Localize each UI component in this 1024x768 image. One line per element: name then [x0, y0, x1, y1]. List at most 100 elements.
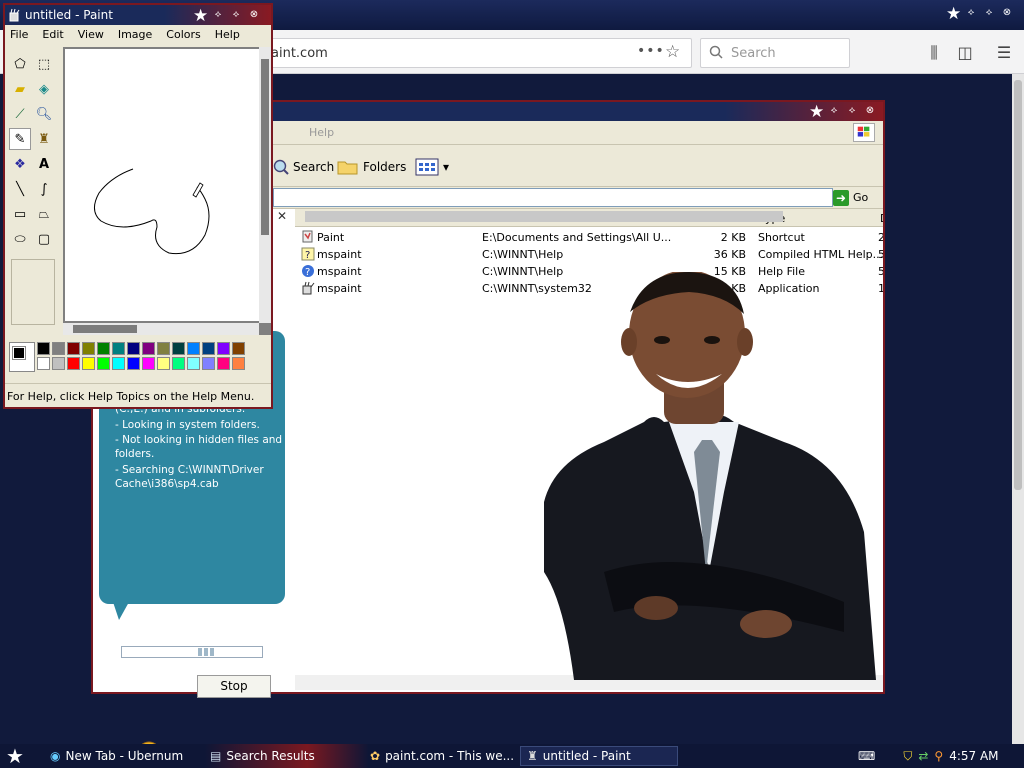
canvas-hscroll-thumb[interactable]: [73, 325, 137, 333]
views-button[interactable]: ▾: [415, 155, 449, 179]
minimize-button[interactable]: ⟡: [964, 6, 978, 20]
close-icon[interactable]: ✕: [277, 209, 287, 223]
row-date: 2: [878, 231, 883, 244]
address-input[interactable]: [273, 188, 833, 207]
minimize-button[interactable]: ⟡: [827, 104, 841, 118]
free-select-icon[interactable]: ⬠: [9, 53, 31, 75]
windows-logo-icon: [853, 123, 875, 142]
start-button[interactable]: ★: [6, 745, 24, 767]
color-swatch[interactable]: [187, 357, 200, 370]
color-swatch[interactable]: [172, 342, 185, 355]
color-swatch[interactable]: [82, 357, 95, 370]
url-bar[interactable]: aint.com ••• ☆: [260, 38, 692, 68]
menu-edit[interactable]: Edit: [42, 28, 63, 45]
maximize-button[interactable]: ⟡: [845, 104, 859, 118]
folders-button[interactable]: Folders: [337, 155, 406, 179]
brush-icon[interactable]: ♜: [33, 128, 55, 150]
menu-view[interactable]: View: [78, 28, 104, 45]
rectangle-icon[interactable]: ▭: [9, 203, 31, 225]
menu-icon[interactable]: ☰: [995, 44, 1013, 62]
menu-file[interactable]: File: [10, 28, 28, 45]
color-picker-icon[interactable]: ⟋: [9, 103, 31, 125]
minimize-button[interactable]: ⟡: [211, 8, 225, 22]
results-scroll-thumb[interactable]: [305, 211, 783, 222]
close-button[interactable]: ⊗: [1000, 6, 1014, 20]
sidebar-icon[interactable]: ◫: [956, 44, 974, 62]
rounded-rect-icon[interactable]: ▢: [33, 228, 55, 250]
color-swatch[interactable]: [157, 342, 170, 355]
browser-scroll-thumb[interactable]: [1014, 80, 1022, 490]
color-swatch[interactable]: [217, 342, 230, 355]
color-swatch[interactable]: [37, 357, 50, 370]
color-swatch[interactable]: [172, 357, 185, 370]
ellipse-icon[interactable]: ⬭: [9, 228, 31, 250]
text-tool-icon[interactable]: A: [33, 153, 55, 175]
table-row[interactable]: Paint E:\Documents and Settings\All U...…: [295, 229, 883, 246]
close-button[interactable]: ⊗: [863, 104, 877, 118]
airbrush-icon[interactable]: ❖: [9, 153, 31, 175]
polygon-icon[interactable]: ⏢: [33, 203, 55, 225]
task-paint-com[interactable]: ✿ paint.com - This we...: [370, 746, 514, 766]
browser-window-controls: ★ ⟡ ⟡ ⊗: [946, 6, 1014, 23]
rect-select-icon[interactable]: ⬚: [33, 53, 55, 75]
network-icon[interactable]: ⇄: [918, 749, 928, 763]
maximize-button[interactable]: ⟡: [982, 6, 996, 20]
task-new-tab[interactable]: ◉ New Tab - Ubernum: [50, 746, 183, 766]
eraser-icon[interactable]: ▰: [9, 78, 31, 100]
drawing-canvas[interactable]: [65, 49, 259, 321]
column-header-date[interactable]: D: [880, 212, 883, 225]
search-button[interactable]: Search: [273, 155, 334, 179]
views-icon: [415, 158, 439, 176]
shield-icon[interactable]: ⛉: [903, 749, 912, 764]
keyboard-icon[interactable]: ⌨: [858, 749, 875, 763]
color-swatch[interactable]: [142, 357, 155, 370]
menu-image[interactable]: Image: [118, 28, 152, 45]
color-swatch[interactable]: [157, 357, 170, 370]
color-swatch[interactable]: [112, 357, 125, 370]
paint-title: untitled - Paint: [25, 8, 113, 22]
color-swatch[interactable]: [127, 357, 140, 370]
color-palette: [5, 338, 271, 380]
color-swatch[interactable]: [67, 342, 80, 355]
color-swatch[interactable]: [142, 342, 155, 355]
color-swatch[interactable]: [82, 342, 95, 355]
bookmark-star-icon[interactable]: ☆: [665, 42, 680, 62]
color-swatch[interactable]: [52, 342, 65, 355]
search-input[interactable]: Search: [700, 38, 850, 68]
color-swatch[interactable]: [37, 342, 50, 355]
pencil-icon[interactable]: ✎: [9, 128, 31, 150]
stop-button[interactable]: Stop: [197, 675, 271, 698]
fill-bucket-icon[interactable]: ◈: [33, 78, 55, 100]
color-swatch[interactable]: [202, 342, 215, 355]
color-swatch[interactable]: [67, 357, 80, 370]
maximize-button[interactable]: ⟡: [229, 8, 243, 22]
color-swatch[interactable]: [217, 357, 230, 370]
menu-colors[interactable]: Colors: [166, 28, 200, 45]
task-untitled-paint[interactable]: ♜ untitled - Paint: [520, 746, 678, 766]
close-button[interactable]: ⊗: [247, 8, 261, 22]
color-swatch[interactable]: [232, 342, 245, 355]
search-tray-icon[interactable]: ⚲: [934, 749, 943, 763]
library-icon[interactable]: ⫼: [925, 44, 943, 62]
color-swatch[interactable]: [52, 357, 65, 370]
color-swatch[interactable]: [202, 357, 215, 370]
color-swatch[interactable]: [127, 342, 140, 355]
color-swatch[interactable]: [232, 357, 245, 370]
color-swatch[interactable]: [187, 342, 200, 355]
color-swatch[interactable]: [97, 342, 110, 355]
menu-help[interactable]: Help: [215, 28, 240, 45]
color-swatch[interactable]: [97, 357, 110, 370]
page-actions-icon[interactable]: •••: [637, 43, 665, 59]
canvas-vscroll-thumb[interactable]: [261, 59, 269, 235]
task-search-results[interactable]: ▤ Search Results: [210, 746, 315, 766]
line-icon[interactable]: ╲: [9, 178, 31, 200]
tool-options-box[interactable]: [11, 259, 55, 325]
magnifier-icon[interactable]: 🔍︎: [33, 103, 55, 125]
svg-text:?: ?: [305, 250, 310, 261]
curve-icon[interactable]: ∫: [33, 178, 55, 200]
menu-help[interactable]: Help: [309, 126, 334, 139]
go-button[interactable]: ➜ Go: [833, 188, 873, 207]
color-swatch[interactable]: [112, 342, 125, 355]
browser-icon: ◉: [50, 749, 61, 763]
table-row[interactable]: ? mspaint C:\WINNT\Help 36 KB Compiled H…: [295, 246, 883, 263]
